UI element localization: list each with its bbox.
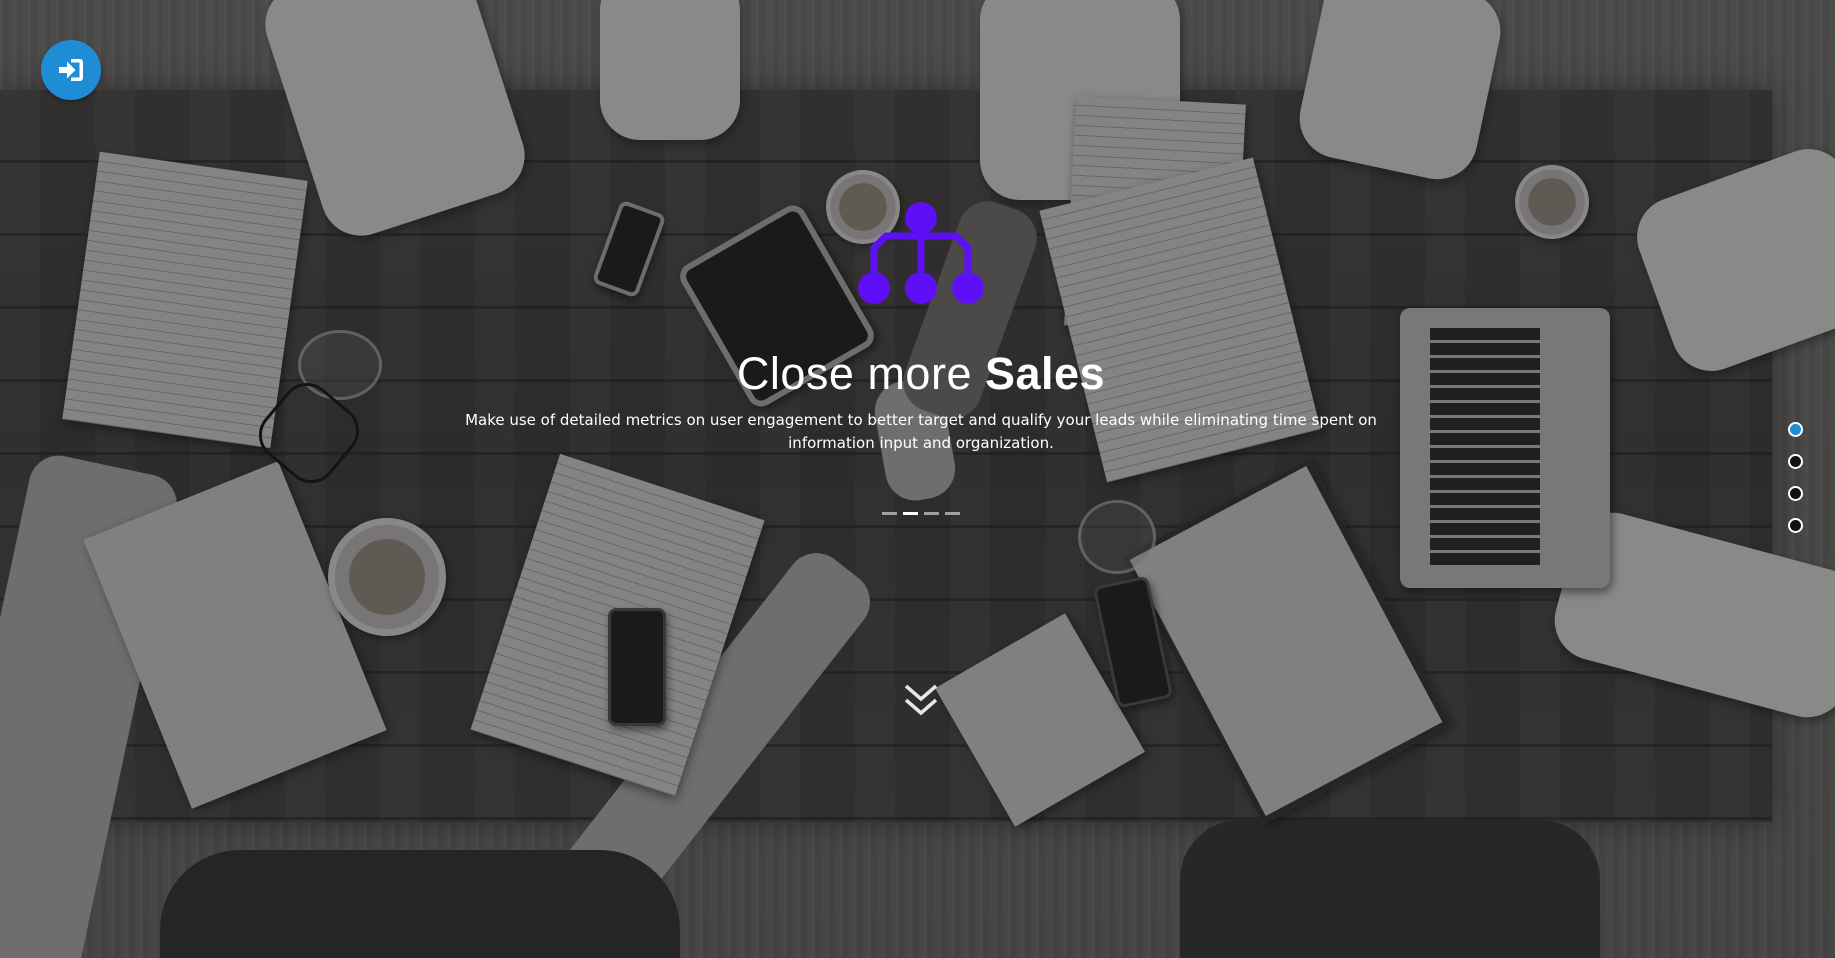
carousel-indicator[interactable] xyxy=(945,512,960,515)
title-light-text: Close more xyxy=(736,348,972,399)
title-bold-text: Sales xyxy=(984,348,1106,399)
section-nav-dot[interactable] xyxy=(1788,422,1803,437)
hero-section: Close more Sales Make use of detailed me… xyxy=(0,0,1835,958)
section-nav-dot[interactable] xyxy=(1788,486,1803,501)
sitemap-icon xyxy=(858,202,984,304)
section-nav-dot[interactable] xyxy=(1788,454,1803,469)
carousel-indicator[interactable] xyxy=(924,512,939,515)
carousel-indicators xyxy=(882,512,960,515)
hero-description: Make use of detailed metrics on user eng… xyxy=(465,411,1377,452)
sign-in-icon xyxy=(59,59,83,81)
section-nav xyxy=(1788,422,1803,533)
background-overlay xyxy=(0,0,1835,958)
carousel-indicator[interactable] xyxy=(903,512,918,515)
double-chevron-down-icon[interactable] xyxy=(903,682,939,718)
page-title: Close more Sales xyxy=(0,346,1835,402)
login-button[interactable] xyxy=(41,40,101,100)
section-nav-dot[interactable] xyxy=(1788,518,1803,533)
carousel-indicator[interactable] xyxy=(882,512,897,515)
